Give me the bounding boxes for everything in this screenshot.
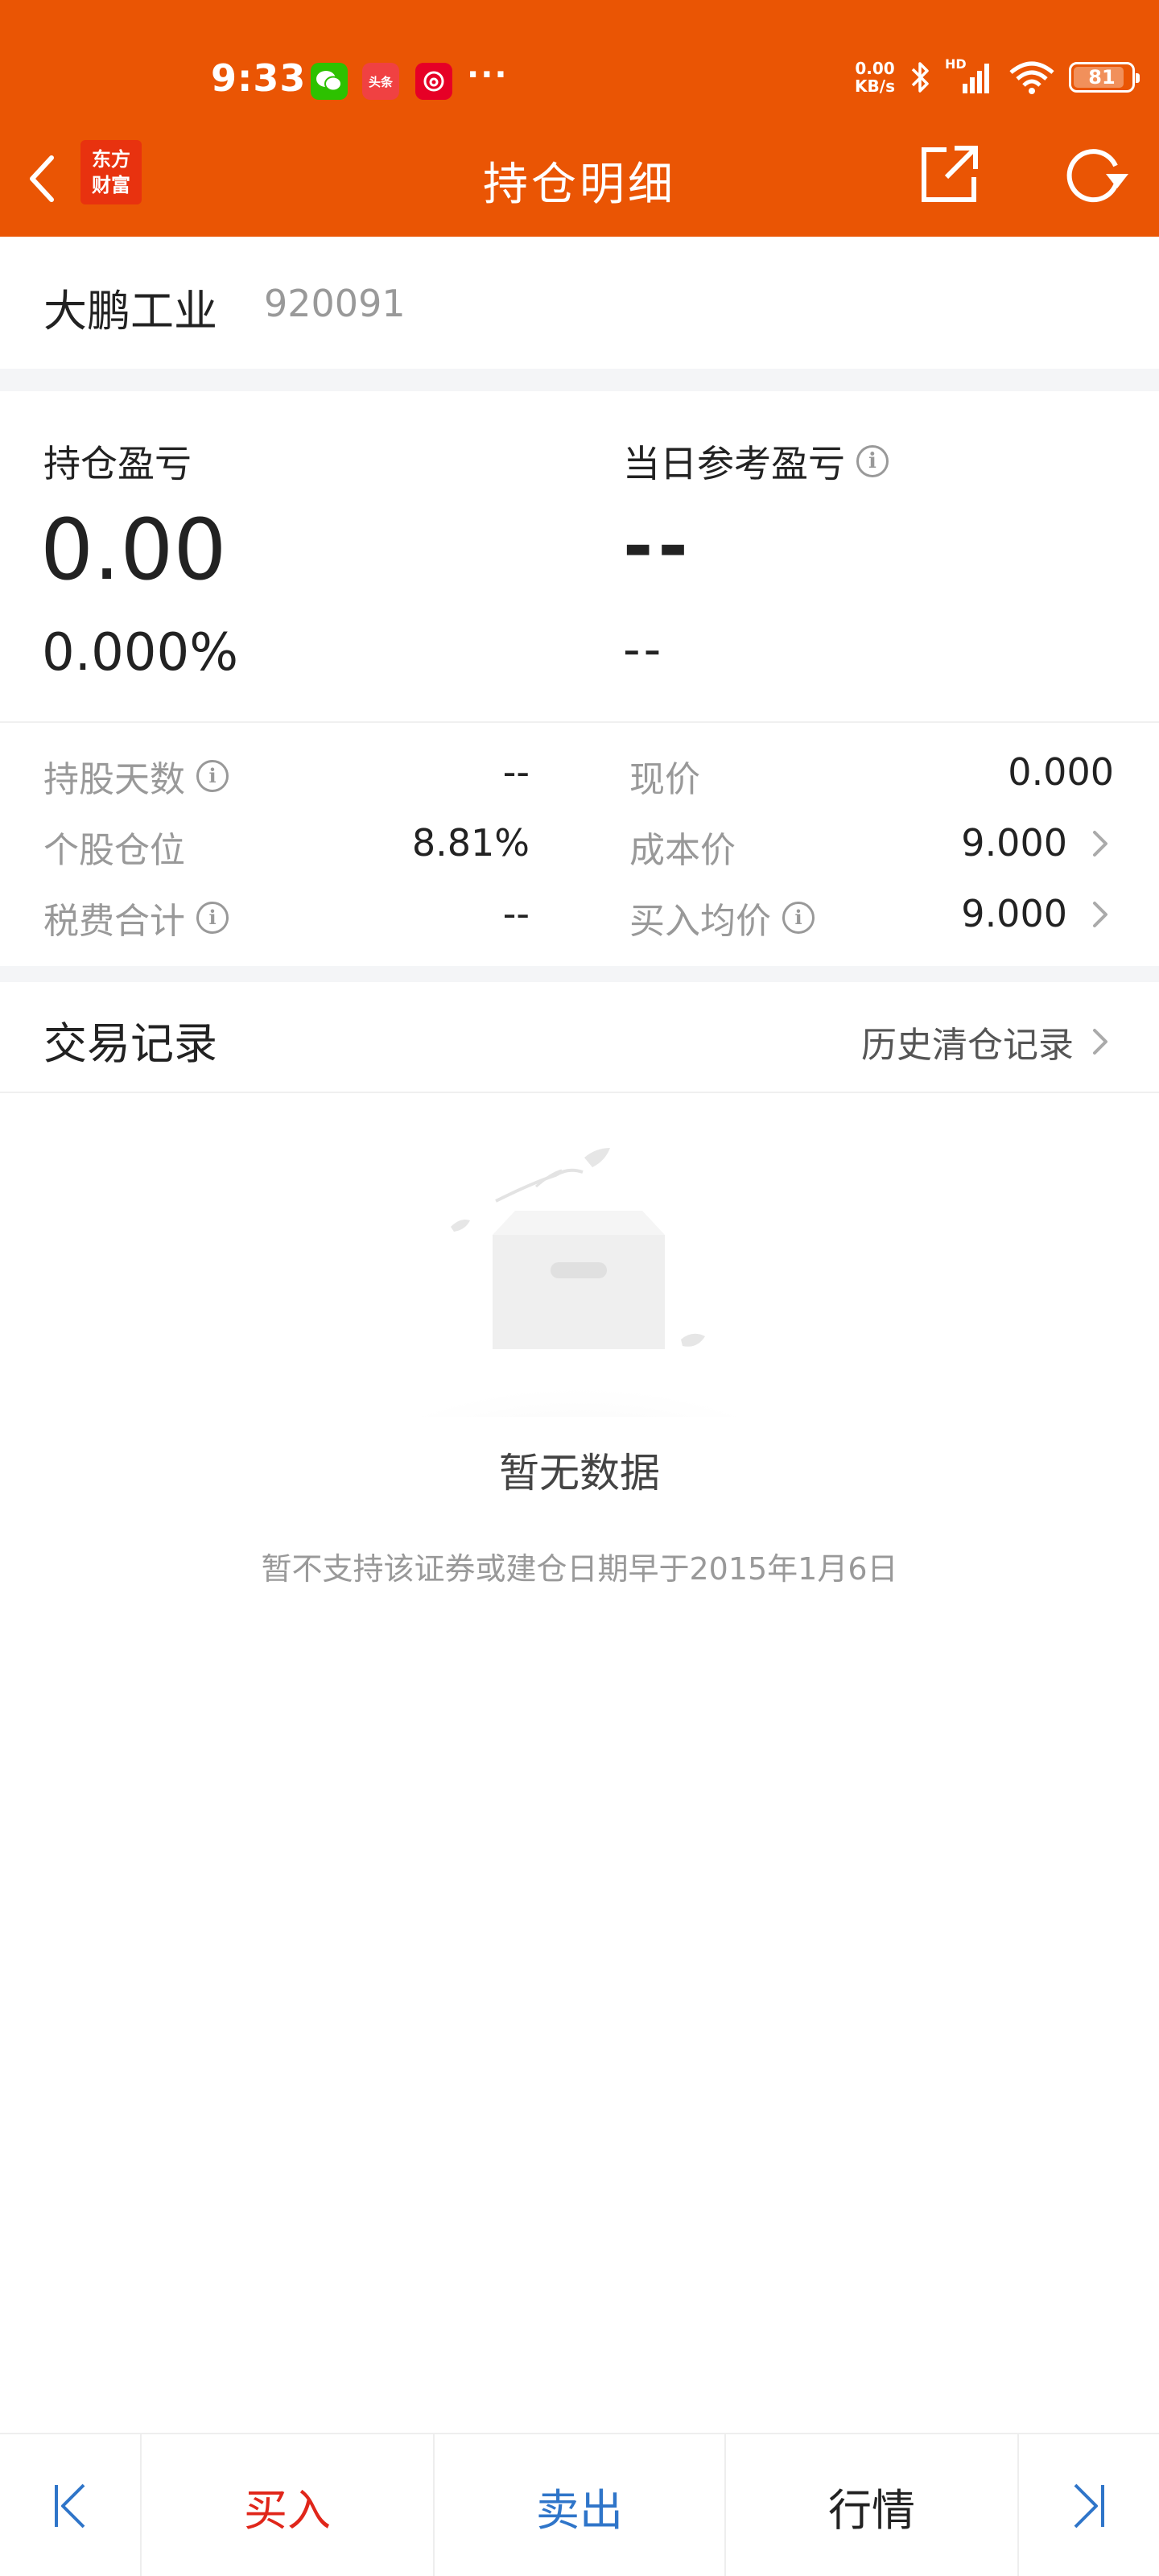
- refresh-button[interactable]: [1059, 142, 1132, 206]
- info-icon[interactable]: i: [856, 445, 889, 477]
- position-ratio-label-group: 个股仓位: [43, 821, 185, 873]
- avg-buy-price-value[interactable]: 9.000: [961, 892, 1067, 935]
- current-price-label-group: 现价: [629, 750, 700, 802]
- wifi-icon: [1009, 61, 1054, 94]
- position-profit-label: 持仓盈亏: [43, 442, 192, 485]
- network-speed-value: 0.00: [855, 59, 895, 78]
- battery-level: 81: [1088, 66, 1116, 89]
- empty-state-subtitle: 暂不支持该证券或建仓日期早于2015年1月6日: [261, 1551, 898, 1587]
- network-speed: 0.00 KB/s: [855, 60, 895, 95]
- total-fees-label-group: 税费合计 i: [43, 892, 229, 943]
- cell-signal-icon: HD: [945, 56, 995, 95]
- total-fees-value: --: [502, 892, 530, 935]
- daily-profit-value: --: [623, 504, 693, 588]
- battery-icon: 81: [1069, 62, 1140, 93]
- network-speed-unit: KB/s: [855, 76, 895, 96]
- bluetooth-icon: [911, 62, 929, 93]
- stock-name: 大鹏工业: [43, 286, 217, 336]
- status-right-cluster: 0.00 KB/s HD 81: [855, 56, 1140, 95]
- share-icon: [922, 146, 978, 202]
- status-time: 9:33: [211, 56, 307, 100]
- app-header: 9:33 头条 ··· 0.00 KB/s HD 81 东方 财富 持仓明细: [0, 0, 1159, 237]
- chevron-right-icon[interactable]: [1088, 898, 1112, 931]
- position-profit-value: 0.00: [40, 501, 227, 599]
- cost-price-label-group[interactable]: 成本价: [629, 821, 736, 873]
- daily-profit-label: 当日参考盈亏: [623, 442, 845, 485]
- chevron-right-icon[interactable]: [1088, 828, 1112, 860]
- info-icon[interactable]: i: [782, 902, 815, 934]
- holding-days-value: --: [502, 750, 530, 794]
- bottom-action-bar: 买入 卖出 行情: [0, 2433, 1159, 2576]
- buy-button[interactable]: 买入: [142, 2434, 433, 2576]
- current-price-value: 0.000: [1008, 750, 1114, 794]
- position-ratio-value: 8.81%: [411, 821, 530, 865]
- toutiao-icon: 头条: [362, 63, 399, 100]
- stock-info-row: 大鹏工业 920091: [0, 237, 1159, 369]
- trade-records-title: 交易记录: [43, 1018, 217, 1069]
- info-icon[interactable]: i: [196, 760, 229, 792]
- section-gap: [0, 966, 1159, 982]
- holding-days-label-group: 持股天数 i: [43, 750, 229, 802]
- metric-label: 买入均价: [629, 901, 771, 942]
- metric-label: 成本价: [629, 830, 736, 871]
- stock-code: 920091: [264, 282, 406, 325]
- metric-label: 个股仓位: [43, 830, 185, 871]
- quote-button[interactable]: 行情: [726, 2434, 1017, 2576]
- skip-next-icon: [1074, 2483, 1104, 2529]
- refresh-icon: [1066, 149, 1128, 203]
- cost-price-value[interactable]: 9.000: [961, 821, 1067, 865]
- empty-box-illustration: [362, 1148, 797, 1417]
- share-button[interactable]: [918, 142, 982, 206]
- more-notifications-icon: ···: [467, 56, 509, 93]
- skip-previous-icon: [55, 2483, 85, 2529]
- divider: [0, 721, 1159, 723]
- position-profit-pct: 0.000%: [42, 623, 239, 683]
- avg-buy-price-label-group[interactable]: 买入均价 i: [629, 892, 815, 943]
- empty-state-title: 暂无数据: [499, 1450, 660, 1496]
- metric-label: 持股天数: [43, 759, 185, 800]
- daily-profit-label-group: 当日参考盈亏 i: [623, 435, 889, 488]
- section-gap: [0, 369, 1159, 391]
- divider: [0, 1092, 1159, 1093]
- wechat-icon: [311, 63, 348, 100]
- netease-music-icon: [415, 63, 452, 100]
- info-icon[interactable]: i: [196, 902, 229, 934]
- history-link-label: 历史清仓记录: [861, 1025, 1074, 1066]
- previous-stock-button[interactable]: [0, 2434, 140, 2576]
- sell-button[interactable]: 卖出: [435, 2434, 724, 2576]
- metric-label: 税费合计: [43, 901, 185, 942]
- nav-bar: 东方 财富 持仓明细: [0, 129, 1159, 237]
- daily-profit-pct: --: [623, 621, 665, 678]
- metric-label: 现价: [629, 759, 700, 800]
- history-clearance-link[interactable]: 历史清仓记录: [861, 1016, 1112, 1067]
- chevron-right-icon: [1093, 1029, 1107, 1055]
- page-title: 持仓明细: [483, 159, 676, 211]
- next-stock-button[interactable]: [1019, 2434, 1159, 2576]
